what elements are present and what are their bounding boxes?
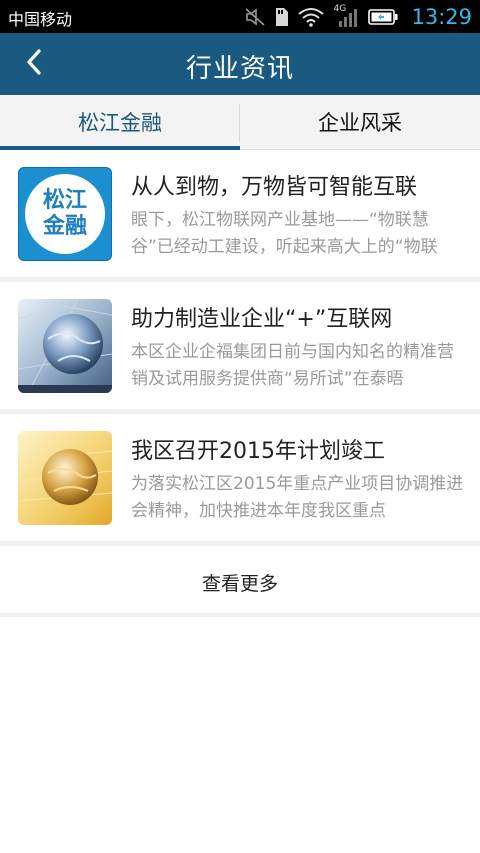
tab-divider bbox=[239, 104, 240, 142]
news-item[interactable]: 助力制造业企业“+”互联网 本区企业企福集团日前与国内知名的精准营销及试用服务提… bbox=[0, 282, 480, 414]
news-summary: 眼下，松江物联网产业基地——“物联慧谷”已经动工建设，听起来高大上的“物联 bbox=[131, 210, 438, 257]
mute-icon bbox=[244, 7, 266, 27]
news-title: 助力制造业企业“+”互联网 bbox=[131, 307, 393, 332]
clock: 13:29 bbox=[411, 5, 472, 29]
sd-card-icon bbox=[275, 7, 289, 27]
battery-icon bbox=[368, 9, 398, 25]
news-summary: 本区企业企福集团日前与国内知名的精准营销及试用服务提供商“易所试”在泰晤 bbox=[131, 342, 454, 389]
news-thumbnail-logo: 松江 金融 bbox=[18, 167, 112, 261]
news-title: 我区召开2015年计划竣工 bbox=[131, 439, 385, 464]
page-title: 行业资讯 bbox=[185, 54, 294, 84]
status-bar: 中国移动 4G 13:29 bbox=[0, 0, 480, 33]
signal-icon: 4G bbox=[333, 4, 359, 28]
news-title: 从人到物，万物皆可智能互联 bbox=[131, 175, 418, 200]
news-list: 松江 金融 从人到物，万物皆可智能互联 眼下，松江物联网产业基地——“物联慧谷”… bbox=[0, 150, 480, 546]
tab-bar: 松江金融 企业风采 bbox=[0, 95, 480, 150]
title-bar: 行业资讯 bbox=[0, 33, 480, 95]
tab-label: 松江金融 bbox=[78, 111, 162, 135]
news-summary: 为落实松江区2015年重点产业项目协调推进会精神，加快推进本年度我区重点 bbox=[131, 474, 464, 521]
news-item[interactable]: 松江 金融 从人到物，万物皆可智能互联 眼下，松江物联网产业基地——“物联慧谷”… bbox=[0, 150, 480, 282]
wifi-icon bbox=[298, 7, 325, 27]
status-icons: 4G 13:29 bbox=[244, 3, 472, 31]
tab-songjiang-finance[interactable]: 松江金融 bbox=[0, 95, 240, 150]
news-thumbnail-globe bbox=[18, 299, 112, 393]
songjiang-finance-logo: 松江 金融 bbox=[25, 174, 105, 254]
carrier-label: 中国移动 bbox=[8, 10, 73, 29]
tab-enterprise-showcase[interactable]: 企业风采 bbox=[240, 95, 480, 149]
empty-area bbox=[0, 621, 480, 853]
news-item[interactable]: 我区召开2015年计划竣工 为落实松江区2015年重点产业项目协调推进会精神，加… bbox=[0, 414, 480, 546]
news-thumbnail-gold-globe bbox=[18, 431, 112, 525]
load-more-button[interactable]: 查看更多 bbox=[0, 551, 480, 617]
tab-label: 企业风采 bbox=[318, 111, 402, 135]
